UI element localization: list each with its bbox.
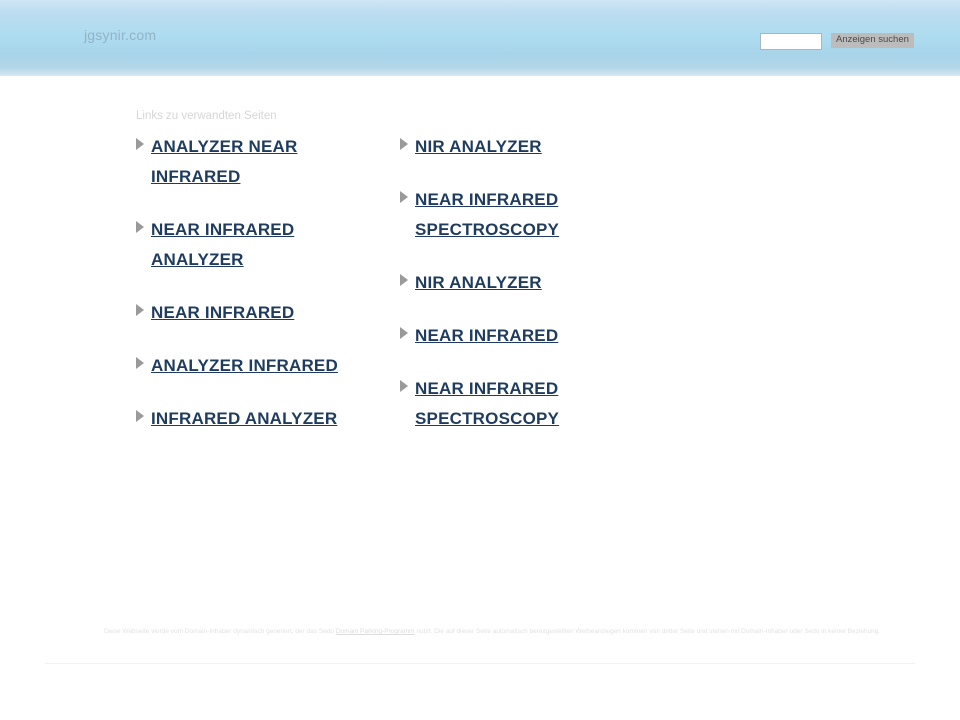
ad-link[interactable]: NEAR INFRARED SPECTROSCOPY: [415, 374, 630, 434]
list-item[interactable]: INFRARED ANALYZER: [136, 404, 416, 434]
triangle-bullet-icon: [136, 304, 145, 316]
ad-link[interactable]: ANALYZER NEAR INFRARED: [151, 132, 366, 192]
list-item[interactable]: NEAR INFRARED: [400, 321, 680, 351]
list-item[interactable]: NEAR INFRARED: [136, 298, 416, 328]
search-area: Anzeigen suchen: [760, 33, 914, 50]
links-column-left: ANALYZER NEAR INFRARED NEAR INFRARED ANA…: [136, 132, 416, 457]
footer-divider: [45, 663, 915, 664]
disclaimer-text: Diese Webseite wurde vom Domain-Inhaber …: [104, 626, 884, 638]
list-item[interactable]: ANALYZER NEAR INFRARED: [136, 132, 416, 192]
links-column-right: NIR ANALYZER NEAR INFRARED SPECTROSCOPY …: [400, 132, 680, 457]
list-item[interactable]: NIR ANALYZER: [400, 132, 680, 162]
triangle-bullet-icon: [400, 138, 409, 150]
triangle-bullet-icon: [136, 138, 145, 150]
triangle-bullet-icon: [400, 274, 409, 286]
triangle-bullet-icon: [136, 221, 145, 233]
triangle-bullet-icon: [136, 357, 145, 369]
header-inner: jgsynir.com Anzeigen suchen: [0, 0, 960, 76]
triangle-bullet-icon: [400, 327, 409, 339]
ad-link[interactable]: NEAR INFRARED: [415, 321, 558, 351]
ad-link[interactable]: INFRARED ANALYZER: [151, 404, 337, 434]
list-item[interactable]: NEAR INFRARED ANALYZER: [136, 215, 416, 275]
ad-link[interactable]: NIR ANALYZER: [415, 132, 542, 162]
ad-link[interactable]: ANALYZER INFRARED: [151, 351, 338, 381]
triangle-bullet-icon: [136, 410, 145, 422]
search-ads-button[interactable]: Anzeigen suchen: [831, 33, 914, 48]
domain-parking-program-link[interactable]: Domain Parking-Programm: [336, 628, 415, 635]
list-item[interactable]: NIR ANALYZER: [400, 268, 680, 298]
ad-link[interactable]: NIR ANALYZER: [415, 268, 542, 298]
ad-link[interactable]: NEAR INFRARED: [151, 298, 294, 328]
triangle-bullet-icon: [400, 380, 409, 392]
triangle-bullet-icon: [400, 191, 409, 203]
ad-link[interactable]: NEAR INFRARED SPECTROSCOPY: [415, 185, 630, 245]
list-item[interactable]: NEAR INFRARED SPECTROSCOPY: [400, 185, 680, 245]
list-item[interactable]: ANALYZER INFRARED: [136, 351, 416, 381]
ad-link[interactable]: NEAR INFRARED ANALYZER: [151, 215, 366, 275]
site-title: jgsynir.com: [84, 27, 157, 43]
related-links-heading: Links zu verwandten Seiten: [136, 110, 277, 122]
search-input[interactable]: [760, 33, 822, 50]
list-item[interactable]: NEAR INFRARED SPECTROSCOPY: [400, 374, 680, 434]
disclaimer-part-1: Diese Webseite wurde vom Domain-Inhaber …: [104, 628, 336, 635]
disclaimer-part-2: nutzt. Die auf dieser Seite automatisch …: [414, 628, 881, 635]
page-header: jgsynir.com Anzeigen suchen: [0, 0, 960, 76]
